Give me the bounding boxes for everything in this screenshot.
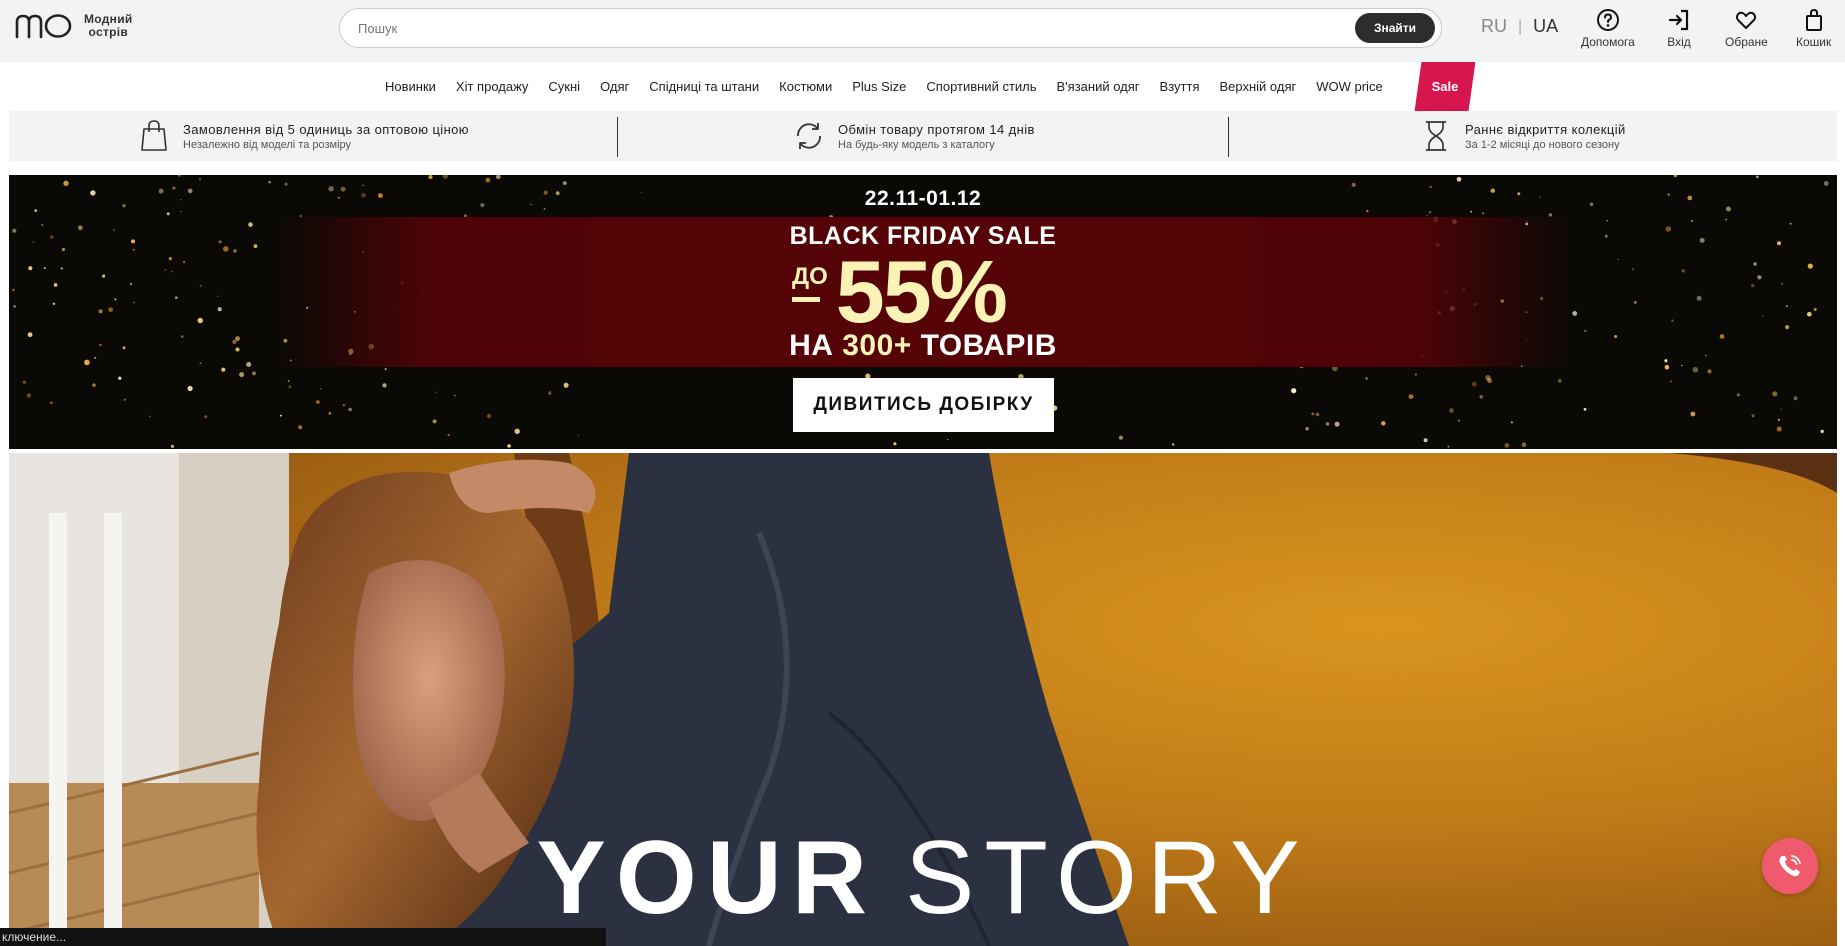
benefits-bar: Замовлення від 5 одиниць за оптовою ціно…: [9, 111, 1837, 161]
hero-banner[interactable]: YOUR STORY: [9, 453, 1837, 946]
nav-item[interactable]: WOW price: [1306, 62, 1392, 111]
language-switcher: RU | UA: [1481, 16, 1558, 37]
cart-button[interactable]: Кошик: [1796, 8, 1831, 49]
logo-mo-icon: [15, 14, 72, 39]
black-friday-banner[interactable]: 22.11-01.12 BLACK FRIDAY SALE ДО 55% НА …: [9, 175, 1837, 449]
search-input[interactable]: [358, 9, 1338, 47]
lang-ru-link[interactable]: RU: [1481, 16, 1507, 37]
hero-title: YOUR STORY: [9, 823, 1837, 933]
phone-icon: [1779, 855, 1801, 877]
nav-item[interactable]: Спідниці та штани: [639, 62, 769, 111]
banner-items-prefix: НА: [789, 329, 834, 362]
banner-discount-prefix: ДО: [792, 263, 828, 302]
benefit-title: Замовлення від 5 одиниць за оптовою ціно…: [183, 121, 469, 137]
hero-title-bold: YOUR: [536, 820, 877, 936]
nav-item[interactable]: Верхній одяг: [1209, 62, 1306, 111]
cart-label: Кошик: [1796, 35, 1832, 49]
hero-title-light: STORY: [904, 820, 1310, 936]
benefit-wholesale: Замовлення від 5 одиниць за оптовою ціно…: [139, 111, 469, 161]
nav-item[interactable]: Костюми: [769, 62, 842, 111]
lang-separator: |: [1518, 17, 1523, 35]
nav-item[interactable]: Новинки: [375, 62, 446, 111]
nav-item[interactable]: Сукні: [538, 62, 590, 111]
main-nav: Новинки Хіт продажу Сукні Одяг Спідниці та ш…: [0, 62, 1845, 111]
nav-items: Новинки Хіт продажу Сукні Одяг Спідниці та ш…: [375, 62, 1393, 111]
logo-text: Модний острів: [84, 13, 133, 39]
search-bar: Знайти: [339, 8, 1442, 48]
heart-icon: [1736, 11, 1757, 29]
benefit-subtitle: За 1-2 місяці до нового сезону: [1465, 138, 1620, 151]
login-button[interactable]: Вхід: [1667, 8, 1691, 49]
search-button[interactable]: Знайти: [1355, 13, 1435, 43]
banner-items-count: НА 300+ ТОВАРІВ: [9, 329, 1837, 363]
benefit-divider: [617, 117, 618, 157]
view-selection-button[interactable]: ДИВИТИСЬ ДОБІРКУ: [793, 378, 1054, 432]
benefit-subtitle: На будь-яку модель з каталогу: [838, 138, 995, 151]
benefit-subtitle: Незалежно від моделі та розміру: [183, 138, 352, 151]
nav-item[interactable]: В'язаний одяг: [1047, 62, 1150, 111]
callback-button[interactable]: [1762, 838, 1818, 894]
favorites-label: Обране: [1725, 35, 1768, 49]
favorites-button[interactable]: Обране: [1725, 8, 1768, 49]
benefit-exchange: Обмін товару протягом 14 днів На будь-як…: [794, 111, 1035, 161]
login-label: Вхід: [1667, 35, 1691, 49]
help-button[interactable]: Допомога: [1581, 8, 1635, 49]
login-icon: [1668, 9, 1689, 31]
hourglass-icon: [1426, 121, 1446, 151]
benefit-early-collections: Раннє відкриття колекцій За 1-2 місяці д…: [1421, 111, 1626, 161]
browser-status-bar: ключение...: [0, 928, 606, 946]
banner-discount-value: 55%: [835, 242, 1008, 341]
nav-item-sale[interactable]: Sale: [1414, 62, 1476, 111]
help-label: Допомога: [1581, 35, 1635, 49]
banner-items-suffix: ТОВАРІВ: [920, 329, 1057, 362]
banner-items-highlight: 300+: [842, 329, 912, 362]
nav-item[interactable]: Plus Size: [842, 62, 916, 111]
shopping-bag-icon: [141, 120, 167, 151]
nav-item[interactable]: Одяг: [590, 62, 639, 111]
exchange-icon: [797, 123, 821, 149]
banner-discount: ДО 55%: [792, 242, 1008, 341]
nav-item[interactable]: Хіт продажу: [446, 62, 539, 111]
nav-item[interactable]: Взуття: [1150, 62, 1210, 111]
site-header: Модний острів Знайти RU | UA Допомога Вх…: [0, 0, 1845, 62]
lang-ua-link[interactable]: UA: [1533, 16, 1558, 37]
nav-item-sale-label: Sale: [1431, 79, 1459, 94]
site-logo[interactable]: Модний острів: [14, 12, 133, 40]
benefit-divider: [1228, 117, 1229, 157]
banner-dates: 22.11-01.12: [864, 187, 982, 210]
help-icon: [1596, 9, 1619, 31]
logo-text-line2: острів: [88, 25, 129, 39]
benefit-title: Раннє відкриття колекцій: [1465, 121, 1626, 137]
nav-item[interactable]: Спортивний стиль: [916, 62, 1046, 111]
benefit-title: Обмін товару протягом 14 днів: [838, 121, 1035, 137]
cart-bag-icon: [1805, 8, 1822, 31]
